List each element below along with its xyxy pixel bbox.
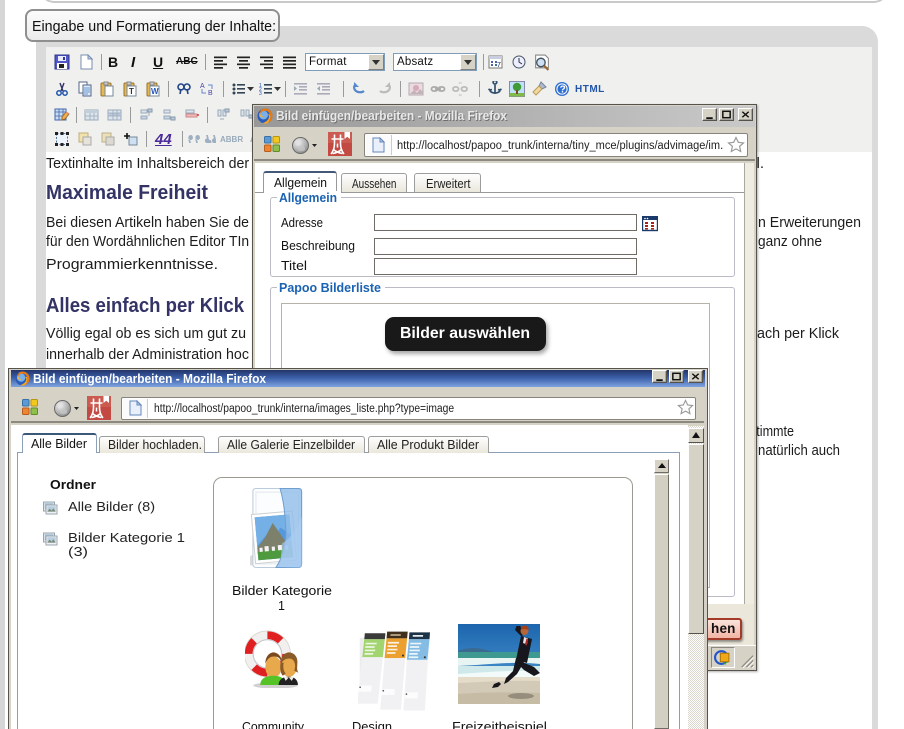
svg-text:W: W (151, 87, 159, 96)
svg-text:B: B (208, 90, 213, 97)
svg-text:3: 3 (259, 91, 262, 97)
svg-text:T: T (129, 87, 134, 96)
svg-text:?: ? (560, 85, 566, 96)
svg-text:7: 7 (497, 62, 501, 69)
svg-text:A: A (200, 83, 205, 90)
